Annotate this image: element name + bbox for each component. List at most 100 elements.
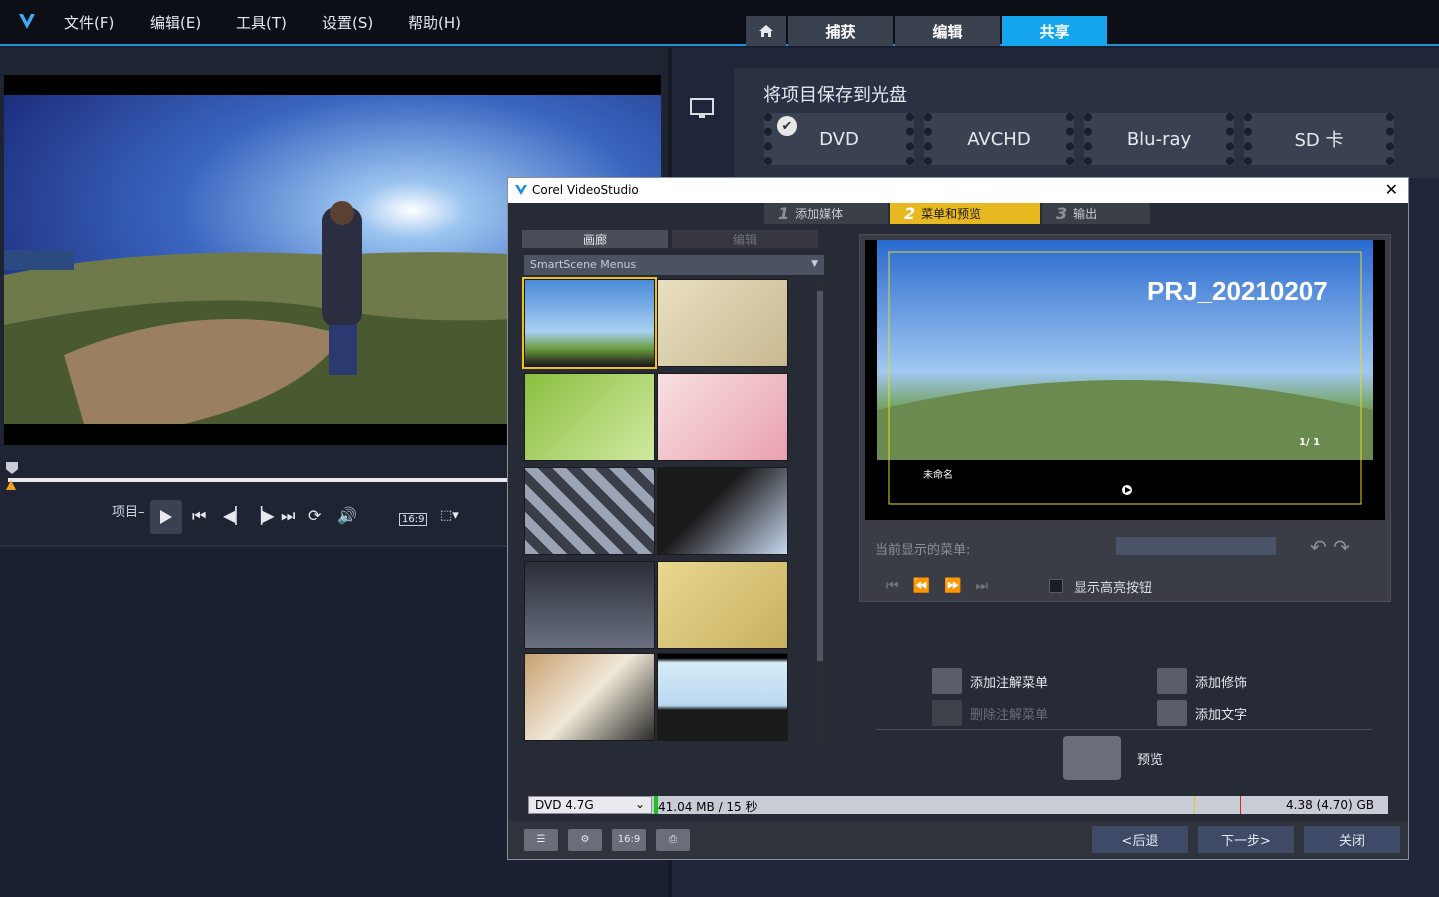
template-thumbnail[interactable] <box>657 561 788 649</box>
close-icon[interactable]: ✕ <box>1385 180 1398 199</box>
action-label: 添加注解菜单 <box>970 675 1049 691</box>
chapter-icon[interactable]: ☰ <box>524 829 558 851</box>
videostudio-logo-icon <box>19 14 35 29</box>
timeline-scrubber[interactable] <box>8 478 508 482</box>
dialog-titlebar[interactable]: Corel VideoStudio ✕ <box>508 178 1408 203</box>
tab-edit-menu[interactable]: 编辑 <box>672 230 818 248</box>
play-button[interactable] <box>150 500 182 534</box>
crop-select-icon[interactable]: ⬚▾ <box>440 506 459 526</box>
go-to-start-icon[interactable]: ⏮ <box>192 506 206 526</box>
selected-check-icon: ✔ <box>777 116 797 136</box>
gallery-tabs: 画廊 编辑 <box>522 230 818 248</box>
bluray-button[interactable]: Blu-ray <box>1084 113 1234 165</box>
back-button[interactable]: <后退 <box>1092 826 1188 853</box>
tab-edit[interactable]: 编辑 <box>895 16 1000 46</box>
template-thumbnail[interactable] <box>657 279 788 367</box>
playhead-handle[interactable] <box>6 462 18 474</box>
monitor-icon[interactable] <box>690 98 714 120</box>
template-thumbnail[interactable] <box>657 653 788 741</box>
step-number: 3 <box>1056 204 1068 223</box>
menu-help[interactable]: 帮助(H) <box>408 12 461 33</box>
action-label: 添加文字 <box>1195 707 1248 723</box>
print-icon[interactable]: ⎙ <box>656 829 690 851</box>
home-icon <box>759 25 773 37</box>
home-tab[interactable] <box>746 16 786 46</box>
sd-card-button[interactable]: SD 卡 <box>1244 113 1394 165</box>
preview-nav-icons[interactable]: ⏮⏪⏩⏭ <box>886 578 1002 594</box>
aspect-icon[interactable]: 16:9 <box>612 829 646 851</box>
add-text-button[interactable]: 添加文字 <box>1157 700 1247 726</box>
go-to-end-icon[interactable]: ⏭ <box>281 506 295 526</box>
next-frame-icon[interactable]: ▕▶ <box>250 506 275 526</box>
next-button[interactable]: 下一步> <box>1198 826 1294 853</box>
menu-settings[interactable]: 设置(S) <box>322 12 373 33</box>
scrollbar-thumb[interactable] <box>817 291 823 661</box>
template-thumbnail[interactable] <box>524 653 655 741</box>
menu-template-gallery <box>522 277 814 744</box>
dialog-footer: ☰ ⚙ 16:9 ⎙ <后退 下一步> 关闭 <box>508 821 1408 859</box>
dropdown-value: SmartScene Menus <box>530 258 637 271</box>
avchd-button[interactable]: AVCHD <box>924 113 1074 165</box>
settings-icon[interactable]: ⚙ <box>568 829 602 851</box>
add-annotation-menu-button[interactable]: 添加注解菜单 <box>932 668 1048 694</box>
template-thumbnail[interactable] <box>657 373 788 461</box>
disc-type-value: DVD 4.7G <box>535 798 594 812</box>
create-disc-dialog: Corel VideoStudio ✕ 1 添加媒体 2 菜单和预览 3 输出 … <box>507 177 1409 860</box>
close-button[interactable]: 关闭 <box>1304 826 1400 853</box>
repeat-icon[interactable]: ⟳ <box>308 506 321 526</box>
menu-category-dropdown[interactable]: SmartScene Menus ▼ <box>524 255 824 275</box>
step-number: 2 <box>904 204 916 223</box>
current-menu-select[interactable] <box>1116 537 1276 555</box>
capacity-used-label: 41.04 MB / 15 秒 <box>658 800 758 814</box>
show-highlight-label: 显示高亮按钮 <box>1074 581 1153 596</box>
undo-redo-icons[interactable]: ↶ ↷ <box>1310 535 1350 559</box>
delete-annotation-menu-button[interactable]: 删除注解菜单 <box>932 700 1048 726</box>
capacity-limit-marker <box>1240 796 1241 814</box>
template-thumbnail[interactable] <box>524 373 655 461</box>
menu-file[interactable]: 文件(F) <box>64 12 114 33</box>
menu-tools[interactable]: 工具(T) <box>236 12 287 33</box>
disc-capacity-bar: DVD 4.7G ⌄ 41.04 MB / 15 秒 4.38 (4.70) G… <box>528 796 1388 814</box>
add-menu-icon <box>932 668 962 694</box>
action-label: 预览 <box>1137 752 1164 768</box>
step-label: 添加媒体 <box>795 207 844 221</box>
preview-button[interactable]: 预览 <box>1063 736 1163 780</box>
step-label: 输出 <box>1073 207 1098 221</box>
capacity-marker <box>1194 796 1195 814</box>
show-highlight-checkbox[interactable] <box>1049 579 1063 593</box>
template-thumbnail[interactable] <box>524 467 655 555</box>
add-decoration-button[interactable]: 添加修饰 <box>1157 668 1247 694</box>
disc-type-select[interactable]: DVD 4.7G ⌄ <box>528 796 652 814</box>
current-menu-label: 当前显示的菜单: <box>875 543 971 558</box>
menu-edit[interactable]: 编辑(E) <box>150 12 201 33</box>
gallery-scrollbar[interactable] <box>816 279 824 744</box>
step-add-media[interactable]: 1 添加媒体 <box>764 203 888 224</box>
preview-menu-title[interactable]: PRJ_20210207 <box>1147 276 1328 307</box>
add-decoration-icon <box>1157 668 1187 694</box>
template-thumbnail[interactable] <box>524 561 655 649</box>
tab-capture[interactable]: 捕获 <box>788 16 893 46</box>
aspect-ratio-button[interactable]: 16:9 <box>399 513 428 526</box>
preview-page-indicator: 1/ 1 <box>1299 437 1321 448</box>
volume-icon[interactable]: 🔊 <box>337 506 357 526</box>
previous-frame-icon[interactable]: ◀▏ <box>223 506 248 526</box>
capacity-total-label: 4.38 (4.70) GB <box>1286 798 1374 812</box>
tab-share[interactable]: 共享 <box>1002 16 1107 46</box>
add-text-icon <box>1157 700 1187 726</box>
tab-gallery[interactable]: 画廊 <box>522 230 668 248</box>
mode-tabs: 捕获 编辑 共享 <box>746 16 1107 46</box>
preview-clip-label[interactable]: 未命名 <box>923 466 953 481</box>
step-number: 1 <box>778 204 790 223</box>
play-icon <box>160 510 172 524</box>
wizard-steps: 1 添加媒体 2 菜单和预览 3 输出 <box>764 203 1150 224</box>
chevron-down-icon: ▼ <box>811 259 818 269</box>
chevron-down-icon: ⌄ <box>634 797 645 811</box>
step-output[interactable]: 3 输出 <box>1042 203 1150 224</box>
template-thumbnail[interactable] <box>522 277 657 369</box>
template-thumbnail[interactable] <box>657 467 788 555</box>
dialog-title: Corel VideoStudio <box>532 183 639 197</box>
menu-bar: 文件(F) 编辑(E) 工具(T) 设置(S) 帮助(H) 捕获 编辑 共享 <box>0 0 1439 46</box>
preview-player-icon <box>1063 736 1121 780</box>
project-label: 项目– <box>112 505 145 520</box>
step-menu-preview[interactable]: 2 菜单和预览 <box>890 203 1040 224</box>
